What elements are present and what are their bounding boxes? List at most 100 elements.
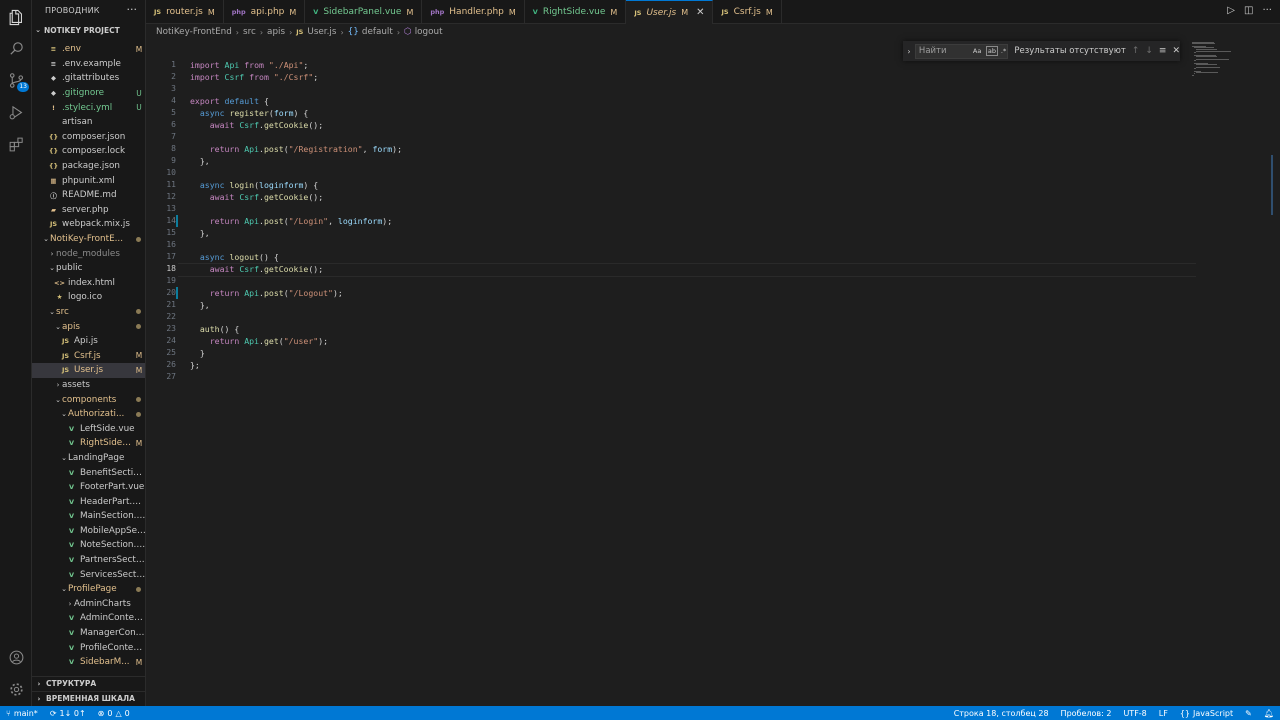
use-regex-icon[interactable]: .* (1001, 47, 1006, 55)
search-icon[interactable] (6, 38, 26, 58)
file-item[interactable]: ! .styleci.yml U (32, 100, 145, 115)
breadcrumb-item[interactable]: apis (267, 27, 285, 37)
file-item[interactable]: <> index.html (32, 276, 145, 291)
file-item[interactable]: V PartnersSectio... (32, 553, 145, 568)
code-line[interactable]: return Api.get("/user"); (190, 335, 1190, 347)
code-line[interactable]: async logout() { (190, 251, 1190, 263)
code-line[interactable]: }, (190, 227, 1190, 239)
file-item[interactable]: ▰ server.php (32, 203, 145, 218)
file-item[interactable]: V SidebarM... M (32, 655, 145, 670)
code-line[interactable]: ​ (190, 131, 1190, 143)
explorer-more-actions-icon[interactable]: ··· (127, 3, 138, 16)
code-line[interactable]: export default { (190, 95, 1190, 107)
outline-section[interactable]: › СТРУКТУРА (32, 676, 145, 690)
close-find-icon[interactable]: ✕ (1172, 46, 1180, 56)
file-item[interactable]: V AdminContent.... (32, 611, 145, 626)
indentation[interactable]: Пробелов: 2 (1055, 709, 1118, 718)
file-item[interactable]: ≡ .env.example (32, 57, 145, 72)
file-item[interactable]: {} composer.lock (32, 144, 145, 159)
end-of-line[interactable]: LF (1153, 709, 1174, 718)
sync-indicator[interactable]: ⟳ 1↓ 0↑ (44, 709, 92, 718)
file-item[interactable]: ★ logo.ico (32, 290, 145, 305)
folder-item[interactable]: ⌄ NotiKey-FrontE... (32, 232, 145, 247)
file-item[interactable]: {} package.json (32, 159, 145, 174)
file-item[interactable]: V HeaderPart.vue (32, 494, 145, 509)
file-item[interactable]: JS User.js M (32, 363, 145, 378)
tab-router-js[interactable]: JS router.js M (146, 0, 224, 24)
branch-indicator[interactable]: ⑂ main* (0, 709, 44, 718)
match-case-icon[interactable]: Aa (973, 47, 981, 55)
file-item[interactable]: V RightSide.... M (32, 436, 145, 451)
close-tab-icon[interactable]: ✕ (696, 7, 704, 18)
encoding[interactable]: UTF-8 (1117, 709, 1152, 718)
split-editor-icon[interactable]: ◫ (1244, 5, 1253, 16)
language-mode[interactable]: {} JavaScript (1174, 709, 1239, 718)
notifications-icon[interactable]: 🔔︎ (1258, 709, 1280, 718)
minimap[interactable] (1190, 40, 1270, 80)
extensions-icon[interactable] (6, 134, 26, 154)
file-item[interactable]: JS webpack.mix.js (32, 217, 145, 232)
tab-rightside-vue[interactable]: V RightSide.vue M (525, 0, 627, 24)
file-item[interactable]: JS Api.js (32, 334, 145, 349)
code-line[interactable]: ​ (190, 83, 1190, 95)
file-item[interactable]: ≡ .env M (32, 42, 145, 57)
breadcrumb-item[interactable]: User.js (307, 27, 336, 37)
file-item[interactable]: ◆ .gitignore U (32, 86, 145, 101)
account-icon[interactable] (6, 647, 26, 667)
tab-api-php[interactable]: php api.php M (224, 0, 306, 24)
file-item[interactable]: V BenefitSection... (32, 465, 145, 480)
code-line[interactable]: await Csrf.getCookie(); (190, 119, 1190, 131)
code-line[interactable]: ​ (190, 167, 1190, 179)
scrollbar[interactable] (1271, 155, 1273, 215)
run-debug-icon[interactable] (6, 102, 26, 122)
file-item[interactable]: V MainSection.vue (32, 509, 145, 524)
folder-item[interactable]: ⌄ components (32, 392, 145, 407)
code-line[interactable]: ​ (190, 311, 1190, 323)
tab-handler-php[interactable]: php Handler.php M (422, 0, 525, 24)
timeline-section[interactable]: › ВРЕМЕННАЯ ШКАЛА (32, 691, 145, 705)
find-input[interactable]: Найти Aa ab .* (914, 43, 1009, 59)
file-item[interactable]: ▦ phpunit.xml (32, 173, 145, 188)
project-folder-header[interactable]: ⌄ NOTIKEY PROJECT (32, 22, 145, 38)
file-item[interactable]: JS Csrf.js M (32, 348, 145, 363)
settings-gear-icon[interactable] (6, 679, 26, 699)
code-line[interactable]: auth() { (190, 323, 1190, 335)
file-item[interactable]: V MobileAppSect... (32, 524, 145, 539)
breadcrumb-item[interactable]: logout (415, 27, 443, 37)
code-content[interactable]: import Api from "./Api"; import Csrf from… (178, 59, 1196, 383)
code-line[interactable]: }, (190, 299, 1190, 311)
code-line[interactable]: import Csrf from "./Csrf"; (190, 71, 1190, 83)
file-item[interactable]: V NoteSection.vue (32, 538, 145, 553)
folder-item[interactable]: ⌄ LandingPage (32, 451, 145, 466)
folder-item[interactable]: › node_modules (32, 246, 145, 261)
code-line[interactable]: ​ (190, 239, 1190, 251)
explorer-icon[interactable] (6, 7, 26, 27)
code-line[interactable]: return Api.post("/Logout"); (190, 287, 1190, 299)
code-line[interactable]: ​ (190, 203, 1190, 215)
code-editor[interactable]: 1 2 3 4 5 6 7 8 9 10 11 12 13 14 15 16 17 18 19 20 21 22 23 24 2… (146, 40, 1280, 706)
code-line[interactable]: await Csrf.getCookie(); (178, 263, 1196, 277)
file-item[interactable]: artisan (32, 115, 145, 130)
match-whole-word-icon[interactable]: ab (985, 45, 999, 56)
folder-item[interactable]: › assets (32, 378, 145, 393)
folder-item[interactable]: ⌄ Authorizati... (32, 407, 145, 422)
problems-indicator[interactable]: ⊗ 0 △ 0 (92, 709, 136, 718)
tab-csrf-js[interactable]: JS Csrf.js M (713, 0, 782, 24)
file-item[interactable]: {} composer.json (32, 130, 145, 145)
more-actions-icon[interactable]: ··· (1262, 5, 1272, 16)
cursor-position[interactable]: Строка 18, столбец 28 (948, 709, 1055, 718)
code-line[interactable]: return Api.post("/Login", loginform); (190, 215, 1190, 227)
run-icon[interactable]: ▷ (1227, 5, 1235, 16)
breadcrumb-item[interactable]: NotiKey-FrontEnd (156, 27, 232, 37)
breadcrumb-item[interactable]: src (243, 27, 256, 37)
code-line[interactable]: ​ (190, 275, 1190, 287)
code-line[interactable]: } (190, 347, 1190, 359)
code-line[interactable]: return Api.post("/Registration", form); (190, 143, 1190, 155)
next-match-icon[interactable]: ↓ (1145, 46, 1153, 56)
file-item[interactable]: V ProfileContent.... (32, 640, 145, 655)
file-item[interactable]: V ServicesSectio... (32, 567, 145, 582)
file-item[interactable]: ⓘ README.md (32, 188, 145, 203)
file-item[interactable]: V LeftSide.vue (32, 421, 145, 436)
folder-item[interactable]: ⌄ ProfilePage (32, 582, 145, 597)
folder-item[interactable]: ⌄ public (32, 261, 145, 276)
